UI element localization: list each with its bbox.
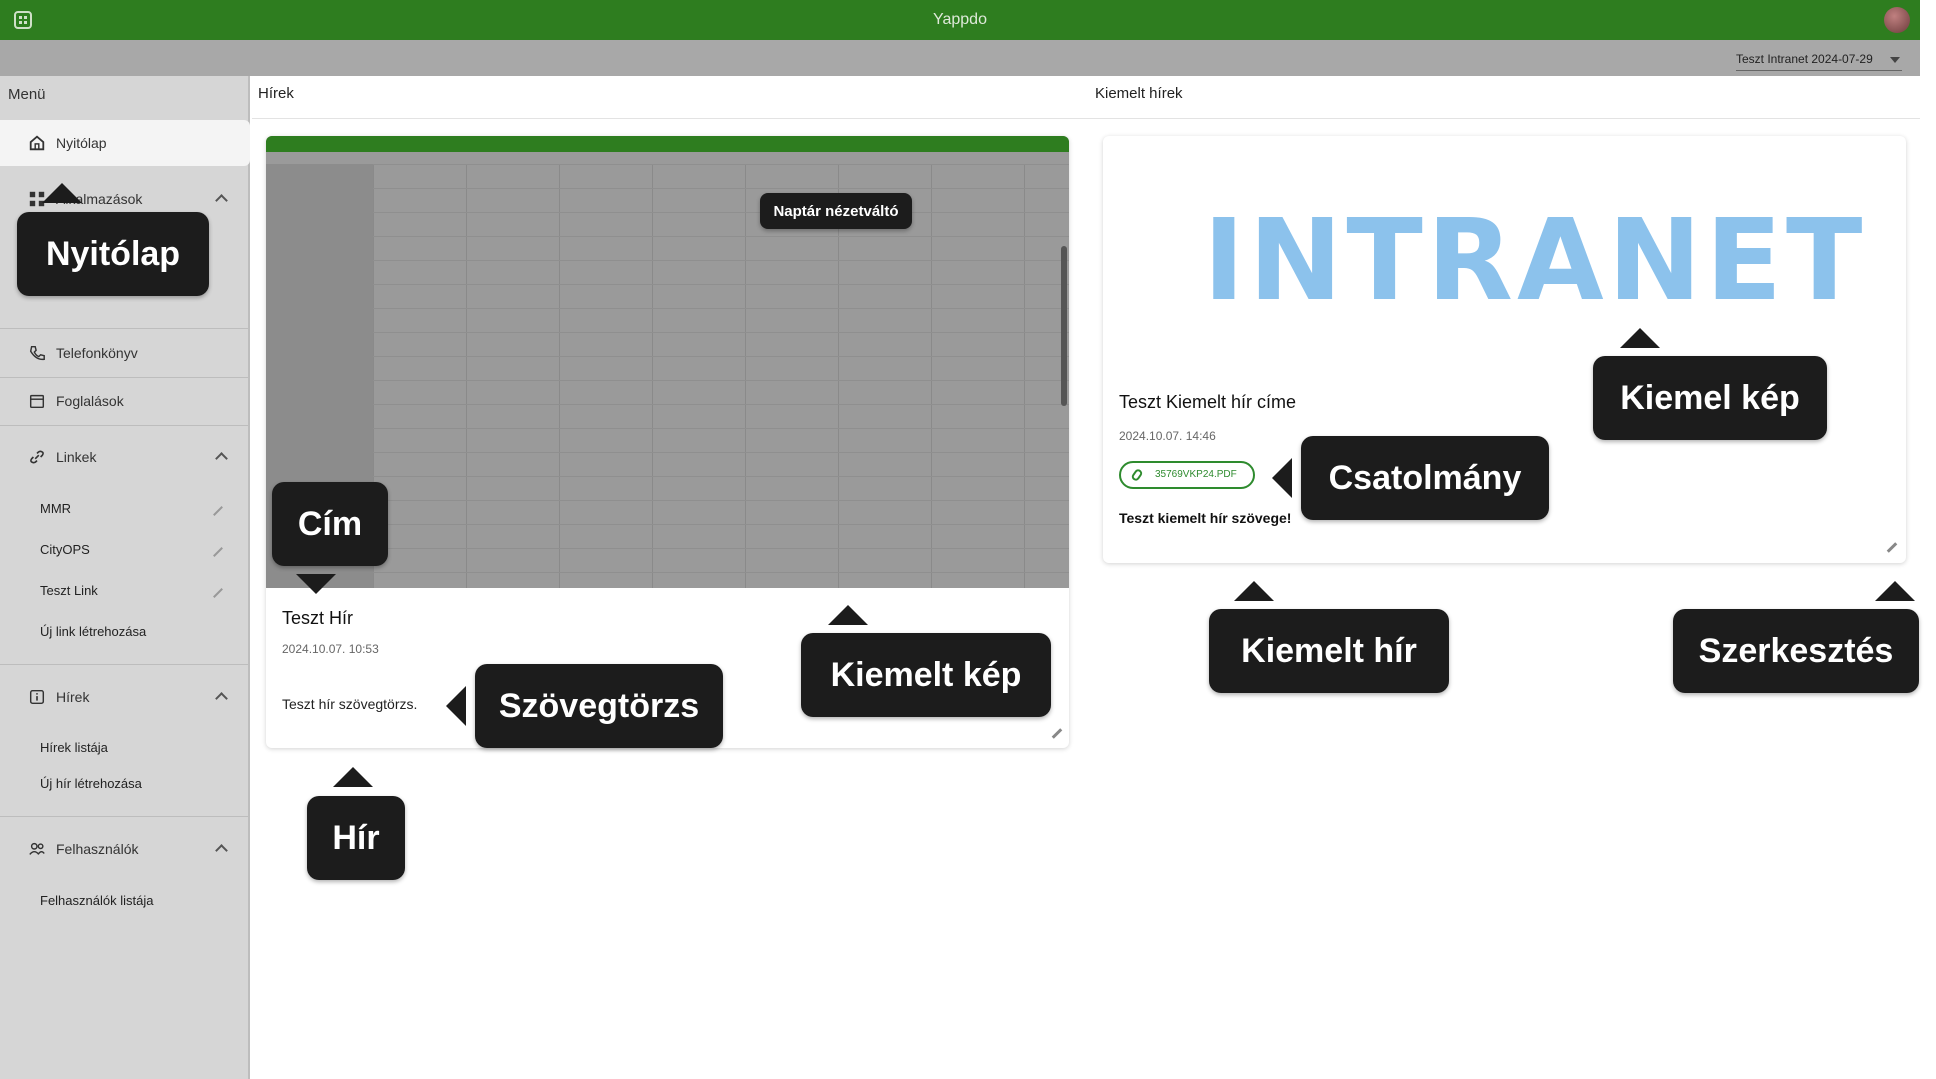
- callout-pointer: [1272, 458, 1292, 498]
- paperclip-icon: [1130, 467, 1144, 483]
- link-item-mmr[interactable]: MMR: [40, 501, 71, 516]
- divider: [0, 425, 248, 426]
- callout-kiemel-kep: Kiemel kép: [1593, 356, 1827, 440]
- chevron-up-icon[interactable]: [215, 692, 228, 705]
- image-calendar-grid: [373, 164, 1069, 588]
- news-section-title: Hírek: [258, 85, 294, 102]
- users-list-item[interactable]: Felhasználók listája: [40, 893, 153, 908]
- featured-news-title: Teszt Kiemelt hír címe: [1119, 392, 1297, 412]
- callout-nyitolap: Nyitólap: [17, 212, 209, 296]
- app-header: Yappdo: [0, 0, 1920, 40]
- home-icon: [29, 135, 45, 151]
- attachment-chip[interactable]: 35769VKP24.PDF: [1119, 461, 1255, 489]
- news-list-item[interactable]: Hírek listája: [40, 740, 108, 755]
- sub-header: Teszt Intranet 2024-07-29: [0, 40, 1920, 76]
- instance-selector[interactable]: Teszt Intranet 2024-07-29: [1736, 47, 1902, 71]
- callout-pointer: [828, 605, 868, 625]
- sidebar-item-label: Foglalások: [56, 393, 124, 409]
- callout-cim: Cím: [272, 482, 388, 566]
- users-icon: [29, 842, 45, 855]
- callout-pointer: [1875, 581, 1915, 601]
- callout-szovegtorzs: Szövegtörzs: [475, 664, 723, 748]
- sidebar-item-label: Nyitólap: [56, 135, 107, 151]
- callout-kiemelt-kep: Kiemelt kép: [801, 633, 1051, 717]
- caret-down-icon: [1890, 57, 1900, 63]
- sidebar-item-links[interactable]: Linkek: [0, 434, 248, 480]
- featured-news-body: Teszt kiemelt hír szövege!: [1119, 510, 1292, 526]
- callout-csatolmany: Csatolmány: [1301, 436, 1549, 520]
- divider: [0, 664, 248, 665]
- callout-naptar: Naptár nézetváltó: [760, 193, 912, 229]
- chevron-up-icon[interactable]: [215, 452, 228, 465]
- attachment-name: 35769VKP24.PDF: [1155, 469, 1237, 480]
- news-body: Teszt hír szövegtörzs.: [282, 696, 418, 712]
- sidebar-item-home[interactable]: Nyitólap: [0, 120, 250, 166]
- menu-title: Menü: [8, 86, 46, 103]
- app-title: Yappdo: [933, 11, 987, 28]
- create-news-item[interactable]: Új hír létrehozása: [40, 776, 142, 791]
- header-divider: [252, 118, 1920, 119]
- edit-pencil-icon[interactable]: [213, 588, 223, 598]
- callout-pointer: [446, 686, 466, 726]
- callout-kiemelt-hir: Kiemelt hír: [1209, 609, 1449, 693]
- featured-image-text: INTRANET: [1203, 196, 1867, 326]
- info-icon: [29, 689, 45, 705]
- callout-pointer: [333, 767, 373, 787]
- callout-pointer: [1620, 328, 1660, 348]
- chevron-up-icon[interactable]: [215, 194, 228, 207]
- featured-section-title: Kiemelt hírek: [1095, 85, 1183, 102]
- sidebar-item-label: Telefonkönyv: [56, 345, 138, 361]
- news-date: 2024.10.07. 10:53: [282, 642, 379, 656]
- callout-szerkesztes: Szerkesztés: [1673, 609, 1919, 693]
- divider: [0, 328, 248, 329]
- sidebar-item-phonebook[interactable]: Telefonkönyv: [0, 330, 248, 376]
- sidebar-item-label: Hírek: [56, 689, 90, 705]
- image-app-bar: [266, 136, 1069, 152]
- sidebar-item-news[interactable]: Hírek: [0, 674, 248, 720]
- link-item-cityops[interactable]: CityOPS: [40, 542, 90, 557]
- avatar[interactable]: [1884, 7, 1910, 33]
- sidebar-item-label: Linkek: [56, 449, 97, 465]
- featured-news-date: 2024.10.07. 14:46: [1119, 429, 1216, 443]
- main-content: Hírek Kiemelt hírek Teszt Hír 2024.10.07…: [252, 76, 1920, 1079]
- instance-selector-value: Teszt Intranet 2024-07-29: [1736, 52, 1873, 66]
- edit-pencil-icon[interactable]: [1886, 542, 1898, 553]
- callout-pointer: [296, 574, 336, 594]
- callout-hir: Hír: [307, 796, 405, 880]
- calendar-icon: [29, 394, 45, 409]
- divider: [0, 816, 248, 817]
- apps-grid-icon[interactable]: [14, 11, 32, 29]
- link-item-teszt-link[interactable]: Teszt Link: [40, 583, 98, 598]
- link-icon: [30, 450, 44, 464]
- phone-icon: [29, 345, 45, 361]
- callout-pointer: [42, 183, 82, 203]
- edit-pencil-icon[interactable]: [1051, 728, 1063, 739]
- sidebar-item-users[interactable]: Felhasználók: [0, 826, 248, 872]
- image-scrollbar: [1061, 246, 1067, 406]
- edit-pencil-icon[interactable]: [213, 506, 223, 516]
- callout-pointer: [1234, 581, 1274, 601]
- news-title: Teszt Hír: [282, 608, 354, 628]
- sidebar-item-label: Felhasználók: [56, 841, 139, 857]
- edit-pencil-icon[interactable]: [213, 547, 223, 557]
- create-link-item[interactable]: Új link létrehozása: [40, 624, 146, 639]
- chevron-up-icon[interactable]: [215, 844, 228, 857]
- sidebar-item-bookings[interactable]: Foglalások: [0, 378, 248, 424]
